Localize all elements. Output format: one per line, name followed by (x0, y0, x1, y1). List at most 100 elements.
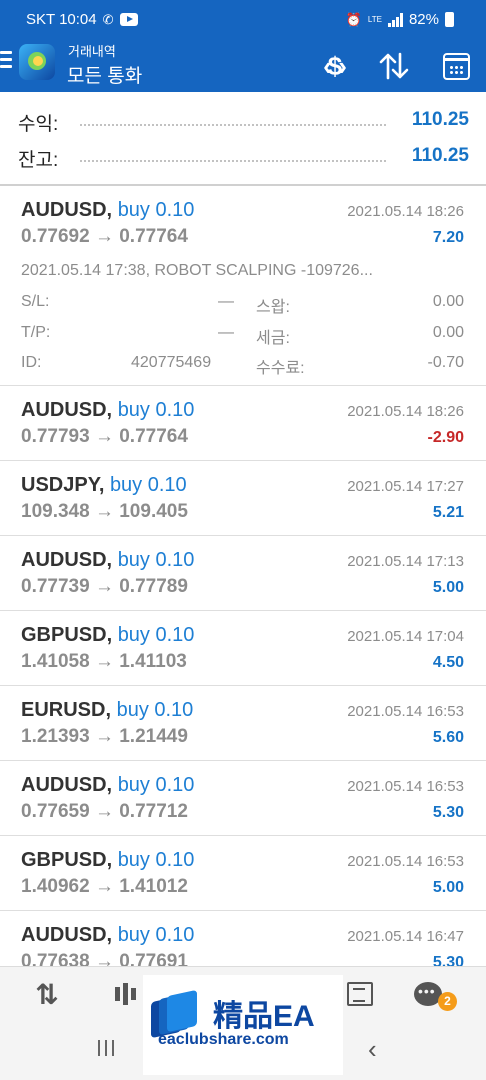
battery-percent: 82% (408, 11, 439, 28)
trade-symbol: EURUSD, buy 0.10 (21, 699, 194, 721)
trade-side: buy 0.10 (117, 924, 195, 946)
battery-icon (445, 12, 454, 27)
trade-prices: 0.77739 → 0.77789 (21, 576, 188, 597)
trade-prices: 1.21393 → 1.21449 (21, 726, 188, 747)
calendar-icon (442, 52, 470, 80)
trade-side: buy 0.10 (117, 624, 195, 646)
sl-label: S/L: (21, 293, 50, 310)
tp-label: T/P: (21, 324, 51, 341)
fee-label: 수수료: (256, 360, 305, 377)
news-icon (347, 982, 373, 1006)
trade-side: buy 0.10 (117, 549, 195, 571)
balance-value: 110.25 (411, 145, 469, 166)
quotes-tab[interactable]: ⇅ (30, 977, 64, 1011)
id-label: ID: (21, 354, 42, 371)
trade-row[interactable]: EURUSD, buy 0.10 1.21393 → 1.21449 2021.… (0, 686, 486, 761)
wifi-call-icon: ✆ (102, 11, 114, 27)
app-subtitle: 거래내역 (68, 44, 116, 59)
trade-row[interactable]: USDJPY, buy 0.10 109.348 → 109.405 2021.… (0, 461, 486, 536)
trade-time: 2021.05.14 16:47 (347, 928, 464, 945)
trade-symbol: AUDUSD, buy 0.10 (21, 199, 195, 221)
trade-prices: 0.77793 → 0.77764 (21, 426, 188, 447)
trade-symbol: AUDUSD, buy 0.10 (21, 399, 195, 421)
trade-row[interactable]: AUDUSD, buy 0.10 0.77692 → 0.77764 2021.… (0, 186, 486, 386)
trade-profit: 5.21 (432, 504, 464, 521)
chat-badge: 2 (438, 992, 457, 1011)
trade-time: 2021.05.14 17:27 (347, 478, 464, 495)
alarm-icon: ⏰ (345, 11, 362, 27)
trade-symbol: AUDUSD, buy 0.10 (21, 774, 195, 796)
back-icon[interactable]: ‹ (368, 1034, 377, 1065)
trade-time: 2021.05.14 18:26 (347, 403, 464, 420)
trade-side: buy 0.10 (117, 399, 195, 421)
trade-time: 2021.05.14 16:53 (347, 703, 464, 720)
trade-list: AUDUSD, buy 0.10 0.77692 → 0.77764 2021.… (0, 186, 486, 986)
trade-prices: 0.77659 → 0.77712 (21, 801, 188, 822)
swap-value: 0.00 (432, 293, 464, 310)
trade-row[interactable]: GBPUSD, buy 0.10 1.40962 → 1.41012 2021.… (0, 836, 486, 911)
tax-label: 세금: (256, 330, 290, 347)
recents-icon[interactable] (98, 1040, 118, 1058)
watermark: 精品EA eaclubshare.com (143, 975, 343, 1075)
fee-value: -0.70 (427, 354, 464, 371)
trade-symbol: AUDUSD, buy 0.10 (21, 549, 195, 571)
watermark-title: 精品EA (213, 1000, 315, 1033)
profit-value: 110.25 (411, 109, 469, 130)
trade-profit: 5.60 (432, 729, 464, 746)
sort-icon (379, 52, 409, 80)
signal-icon (387, 12, 403, 27)
profit-leader-dots (80, 124, 386, 126)
trade-side: buy 0.10 (117, 849, 195, 871)
sort-button[interactable] (374, 46, 414, 86)
news-tab[interactable] (343, 977, 377, 1011)
trade-side: buy 0.10 (117, 199, 195, 221)
trade-side: buy 0.10 (117, 774, 195, 796)
tp-value: — (218, 324, 234, 341)
calendar-button[interactable] (436, 46, 476, 86)
app-logo (19, 44, 55, 80)
chart-tab[interactable] (108, 977, 142, 1011)
trade-profit: 4.50 (432, 654, 464, 671)
trade-symbol: GBPUSD, buy 0.10 (21, 624, 195, 646)
profit-row: 수익: 110.25 (0, 106, 486, 136)
swap-label: 스왑: (256, 299, 290, 316)
balance-label: 잔고: (18, 150, 59, 171)
trade-profit: 5.00 (432, 879, 464, 896)
lte-indicator: LTE (367, 14, 382, 24)
tax-value: 0.00 (432, 324, 464, 341)
trade-symbol: AUDUSD, buy 0.10 (21, 924, 195, 946)
trade-row[interactable]: AUDUSD, buy 0.10 0.77739 → 0.77789 2021.… (0, 536, 486, 611)
trade-prices: 0.77692 → 0.77764 (21, 226, 188, 247)
trade-symbol: GBPUSD, buy 0.10 (21, 849, 195, 871)
sl-value: — (218, 293, 234, 310)
trade-row[interactable]: GBPUSD, buy 0.10 1.41058 → 1.41103 2021.… (0, 611, 486, 686)
app-bar: 거래내역 모든 통화 ‹$› (0, 40, 486, 92)
chart-icon (114, 983, 136, 1005)
trade-profit: 7.20 (432, 229, 464, 246)
youtube-icon (119, 13, 138, 26)
trade-time: 2021.05.14 17:04 (347, 628, 464, 645)
watermark-url: eaclubshare.com (158, 1031, 289, 1048)
menu-icon[interactable] (0, 51, 14, 73)
balance-leader-dots (80, 160, 386, 162)
trade-comment: 2021.05.14 17:38, ROBOT SCALPING -109726… (21, 262, 373, 279)
trade-prices: 1.40962 → 1.41012 (21, 876, 188, 897)
swap-currency-button[interactable]: ‹$› (313, 46, 353, 86)
trade-row[interactable]: AUDUSD, buy 0.10 0.77659 → 0.77712 2021.… (0, 761, 486, 836)
swap-currency-icon: ‹$› (323, 51, 347, 81)
trade-prices: 109.348 → 109.405 (21, 501, 188, 522)
status-bar: SKT 10:04 ✆ ⏰ LTE 82% (0, 0, 486, 40)
trade-profit: -2.90 (427, 429, 464, 446)
trade-side: buy 0.10 (116, 699, 194, 721)
trade-profit: 5.30 (432, 804, 464, 821)
trade-time: 2021.05.14 16:53 (347, 778, 464, 795)
app-title[interactable]: 모든 통화 (67, 61, 142, 88)
trade-symbol: USDJPY, buy 0.10 (21, 474, 187, 496)
profit-label: 수익: (18, 114, 59, 135)
trade-time: 2021.05.14 17:13 (347, 553, 464, 570)
quotes-icon: ⇅ (35, 978, 59, 1010)
balance-row: 잔고: 110.25 (0, 142, 486, 172)
trade-row[interactable]: AUDUSD, buy 0.10 0.77793 → 0.77764 2021.… (0, 386, 486, 461)
trade-time: 2021.05.14 18:26 (347, 203, 464, 220)
trade-prices: 1.41058 → 1.41103 (21, 651, 187, 672)
